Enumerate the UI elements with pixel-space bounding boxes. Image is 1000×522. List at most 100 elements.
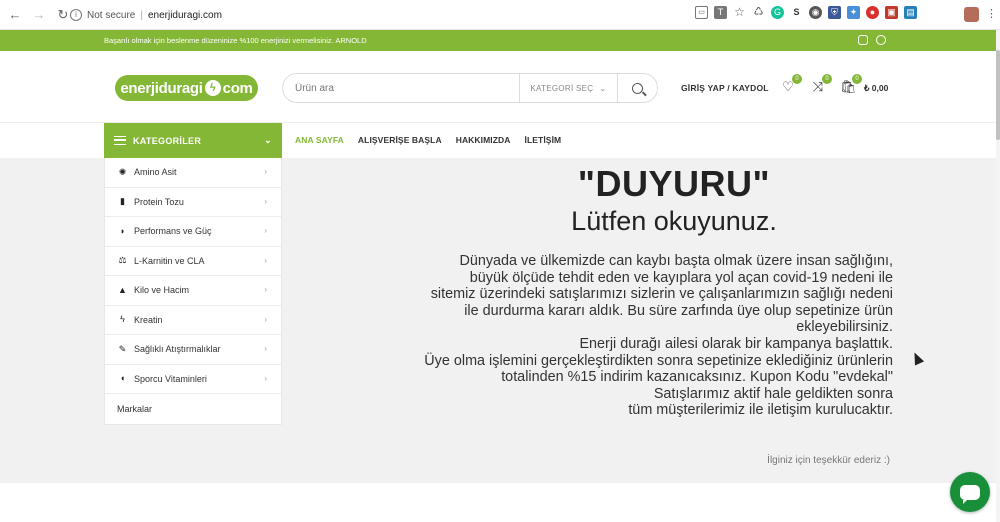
address-bar[interactable]: i Not secure | enerjiduragi.com: [70, 5, 680, 25]
category-item-creatine[interactable]: ϟ Kreatin ›: [105, 306, 281, 335]
menu-item-shop[interactable]: ALIŞVERİŞE BAŞLA: [358, 135, 442, 145]
chat-bubble-icon: [960, 484, 980, 504]
page-scrollbar[interactable]: [996, 30, 1000, 522]
dna-icon: ✺: [118, 166, 127, 177]
browser-toolbar: ← → ↻ i Not secure | enerjiduragi.com ▭ …: [0, 0, 1000, 30]
announcement-line: sitemiz üzerindeki satışlarımızı sizleri…: [430, 286, 893, 303]
footer-band: [0, 483, 996, 522]
bookmark-ext-icon[interactable]: ▣: [885, 6, 898, 19]
category-label: L-Karnitin ve CLA: [134, 255, 205, 266]
categories-toggle[interactable]: KATEGORİLER ⌄: [104, 123, 282, 158]
announcement-line: tüm müşterilerimiz ile iletişim kuruluca…: [628, 402, 893, 419]
category-label: Kreatin: [134, 314, 163, 325]
category-label: Performans ve Güç: [134, 226, 212, 237]
announcement-subtitle: Lütfen okuyunuz.: [571, 206, 777, 236]
announcement-line: ekleyebilirsiniz.: [796, 319, 893, 336]
browser-menu-icon[interactable]: ⋮: [986, 7, 997, 21]
category-label: Sporcu Vitaminleri: [134, 373, 207, 384]
cast-icon[interactable]: ▭: [695, 6, 708, 19]
category-select-label: KATEGORİ SEÇ: [530, 83, 594, 93]
instagram-icon[interactable]: [858, 35, 868, 45]
cart-total[interactable]: ₺ 0,00: [864, 83, 888, 94]
whatsapp-icon[interactable]: [876, 35, 886, 45]
chevron-right-icon: ›: [264, 255, 267, 265]
search-button[interactable]: [617, 73, 657, 103]
chevron-right-icon: ›: [264, 373, 267, 383]
logo-text-left: enerjiduragi: [120, 79, 203, 97]
scrollbar-thumb[interactable]: [996, 50, 1000, 140]
category-item-protein[interactable]: ▮ Protein Tozu ›: [105, 188, 281, 217]
category-select[interactable]: KATEGORİ SEÇ ⌄: [519, 73, 617, 103]
promo-text: Başarılı olmak için beslenme düzeninize …: [104, 36, 367, 45]
login-link[interactable]: GİRİŞ YAP / KAYDOL: [681, 83, 769, 93]
chevron-right-icon: ›: [264, 167, 267, 176]
wishlist-icon[interactable]: ♡ 0: [780, 74, 802, 95]
compare-icon[interactable]: ⤨ 0: [810, 74, 832, 95]
announcement-line: büyük ölçüde tehdit eden ve kayıplara yo…: [469, 269, 893, 286]
pill-icon: ◖: [119, 373, 126, 384]
category-item-performance[interactable]: ◗ Performans ve Güç ›: [105, 217, 281, 247]
wishlist-count: 0: [792, 74, 802, 84]
chevron-right-icon: ›: [264, 314, 267, 324]
category-item-amino[interactable]: ✺ Amino Asit ›: [105, 158, 281, 188]
main-navbar: KATEGORİLER ⌄ ANA SAYFA ALIŞVERİŞE BAŞLA…: [0, 123, 996, 158]
thanks-text: İlginiz için teşekkür ederiz :): [767, 455, 890, 466]
announcement-line: Enerji durağı ailesi olarak bir kampanya…: [579, 335, 893, 352]
url-text: enerjiduragi.com: [147, 9, 222, 21]
chat-button[interactable]: [950, 472, 990, 512]
profile-avatar[interactable]: [964, 7, 979, 22]
menu-item-home[interactable]: ANA SAYFA: [295, 135, 344, 145]
menu-item-about[interactable]: HAKKIMIZDA: [456, 135, 511, 145]
chevron-down-icon: ⌄: [599, 83, 607, 93]
address-separator: |: [140, 9, 143, 21]
puzzle-icon[interactable]: ✦: [847, 6, 860, 19]
translate-icon[interactable]: T: [714, 6, 727, 19]
site-logo[interactable]: enerjiduragi ϟ com: [115, 75, 258, 101]
back-arrow-icon[interactable]: ←: [6, 6, 24, 24]
category-label: Sağlıklı Atıştırmalıklar: [134, 344, 221, 355]
scale-icon: ⚖: [118, 255, 127, 266]
category-item-snacks[interactable]: ✎ Sağlıklı Atıştırmalıklar ›: [105, 335, 281, 365]
hamburger-icon: [114, 136, 126, 145]
grammarly-icon[interactable]: G: [771, 6, 784, 19]
adblock-icon[interactable]: ●: [866, 6, 879, 19]
security-label: Not secure: [87, 9, 136, 21]
category-item-vitamins[interactable]: ◖ Sporcu Vitaminleri ›: [105, 365, 281, 394]
announcement-body: Dünyada ve ülkemizde can kaybı başta olm…: [300, 253, 893, 419]
shield-icon[interactable]: ⛨: [828, 6, 841, 19]
search-input[interactable]: [295, 82, 520, 94]
social-links: [858, 35, 886, 45]
menu-item-contact[interactable]: İLETİŞİM: [525, 135, 562, 145]
forward-arrow-icon[interactable]: →: [30, 6, 48, 24]
search-icon: [632, 82, 644, 94]
extension-icons: ▭ T ☆ ♺ G S ◉ ⛨ ✦ ● ▣ ▤: [695, 6, 917, 19]
category-item-lcarnitine[interactable]: ⚖ L-Karnitin ve CLA ›: [105, 247, 281, 276]
camera-icon[interactable]: ◉: [809, 6, 822, 19]
category-item-weight[interactable]: ▲ Kilo ve Hacim ›: [105, 276, 281, 306]
screenshot-icon[interactable]: ▤: [904, 6, 917, 19]
promo-strip: Başarılı olmak için beslenme düzeninize …: [0, 30, 996, 51]
chevron-right-icon: ›: [264, 226, 267, 235]
cart-icon[interactable]: 🛍 0: [840, 74, 862, 95]
categories-label: KATEGORİLER: [133, 135, 202, 146]
announcement-line: Üye olma işlemini gerçekleştirdikten son…: [424, 352, 893, 369]
category-label: Kilo ve Hacim: [134, 285, 190, 296]
category-label: Amino Asit: [134, 167, 177, 178]
chevron-right-icon: ›: [264, 285, 267, 294]
info-icon[interactable]: i: [70, 9, 82, 21]
recycle-icon[interactable]: ♺: [752, 6, 765, 19]
cart-count: 0: [852, 74, 862, 84]
muscle-icon: ◗: [119, 225, 126, 236]
logo-text-right: com: [222, 79, 253, 97]
main-menu: ANA SAYFA ALIŞVERİŞE BAŞLA HAKKIMIZDA İL…: [295, 135, 561, 145]
brands-label: Markalar: [117, 403, 153, 414]
star-icon[interactable]: ☆: [733, 6, 746, 19]
snack-icon: ✎: [118, 343, 127, 354]
s-extension-icon[interactable]: S: [790, 6, 803, 19]
protein-jar-icon: ▮: [120, 196, 125, 207]
bolt-icon: ϟ: [120, 314, 125, 325]
mouse-cursor: [909, 350, 925, 366]
category-label: Protein Tozu: [134, 196, 184, 207]
site-header: enerjiduragi ϟ com KATEGORİ SEÇ ⌄ GİRİŞ …: [0, 51, 996, 123]
brands-link[interactable]: Markalar: [105, 394, 281, 424]
